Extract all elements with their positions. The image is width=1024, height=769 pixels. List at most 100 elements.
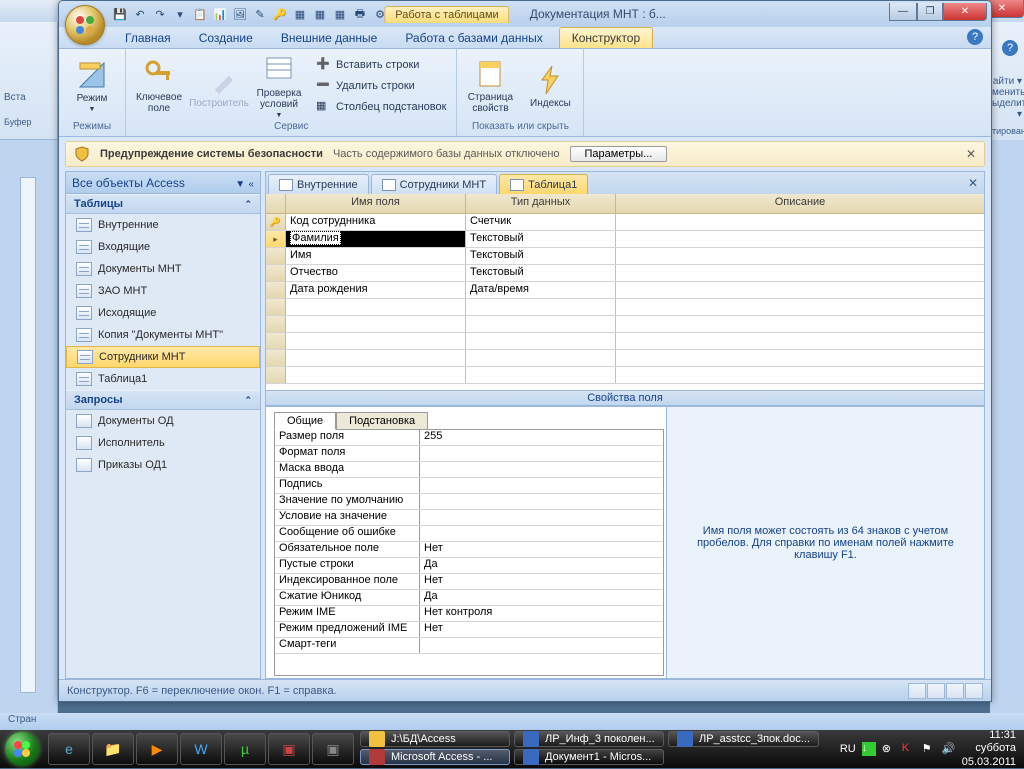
nav-item[interactable]: Сотрудники МНТ (66, 346, 260, 368)
tray-icon[interactable]: K (902, 742, 916, 756)
field-row-empty[interactable] (266, 299, 984, 316)
task-button-active[interactable]: Microsoft Access - ... (360, 749, 510, 765)
nav-group-header[interactable]: Запросы⌃ (66, 390, 260, 410)
pinned-app-icon[interactable]: ▣ (312, 733, 354, 765)
property-row[interactable]: Размер поля255 (275, 430, 663, 446)
tray-icon[interactable]: ↓ (862, 742, 876, 756)
field-row[interactable]: ОтчествоТекстовый (266, 265, 984, 282)
qat-btn[interactable]: ▦ (291, 5, 309, 23)
nav-item[interactable]: Внутренние (66, 214, 260, 236)
view-chart-icon[interactable] (946, 683, 964, 699)
volume-icon[interactable]: 🔊 (942, 742, 956, 756)
field-row[interactable]: ▸ФамилияТекстовый (266, 231, 984, 248)
col-header-type[interactable]: Тип данных (466, 194, 616, 213)
security-options-button[interactable]: Параметры... (570, 146, 668, 162)
tray-icon[interactable]: ⚑ (922, 742, 936, 756)
property-row[interactable]: Обязательное полеНет (275, 542, 663, 558)
office-button[interactable] (65, 5, 105, 45)
tab-database[interactable]: Работа с базами данных (393, 28, 554, 48)
property-sheet-button[interactable]: Страница свойств (463, 53, 517, 119)
property-row[interactable]: Маска ввода (275, 462, 663, 478)
help-icon[interactable]: ? (1002, 40, 1018, 56)
qat-btn[interactable]: ▦ (331, 5, 349, 23)
qat-btn[interactable]: 🖶 (351, 5, 369, 23)
prop-tab-general[interactable]: Общие (274, 412, 336, 430)
pinned-word-icon[interactable]: W (180, 733, 222, 765)
field-row[interactable]: Дата рожденияДата/время (266, 282, 984, 299)
nav-item[interactable]: Исходящие (66, 302, 260, 324)
property-row[interactable]: Формат поля (275, 446, 663, 462)
field-row[interactable]: 🔑Код сотруднникаСчетчик (266, 214, 984, 231)
titlebar[interactable]: 💾 ↶ ↷ ▾ 📋 📊 🖼 ✎ 🔑 ▦ ▦ ▦ 🖶 ⚙ ▾ Работа с т… (59, 1, 991, 27)
property-row[interactable]: Пустые строкиДа (275, 558, 663, 574)
lookup-column-button[interactable]: ▦Столбец подстановок (312, 97, 450, 117)
collapse-icon[interactable]: « (248, 179, 254, 190)
nav-item[interactable]: Документы МНТ (66, 258, 260, 280)
pinned-explorer-icon[interactable]: 📁 (92, 733, 134, 765)
pinned-ie-icon[interactable]: e (48, 733, 90, 765)
tab-home[interactable]: Главная (113, 28, 183, 48)
pinned-utorrent-icon[interactable]: µ (224, 733, 266, 765)
pinned-app-icon[interactable]: ▣ (268, 733, 310, 765)
property-row[interactable]: Режим предложений IMEНет (275, 622, 663, 638)
nav-item[interactable]: ЗАО МНТ (66, 280, 260, 302)
tab-design[interactable]: Конструктор (559, 27, 653, 48)
indexes-button[interactable]: Индексы (523, 53, 577, 119)
property-row[interactable]: Режим IMEНет контроля (275, 606, 663, 622)
task-button[interactable]: J:\БД\Access (360, 731, 510, 747)
col-header-name[interactable]: Имя поля (286, 194, 466, 213)
view-design-icon[interactable] (965, 683, 983, 699)
property-row[interactable]: Сжатие ЮникодДа (275, 590, 663, 606)
start-button[interactable] (0, 730, 44, 768)
view-pivot-icon[interactable] (927, 683, 945, 699)
field-row-empty[interactable] (266, 350, 984, 367)
redo-icon[interactable]: ↷ (151, 5, 169, 23)
property-row[interactable]: Значение по умолчанию (275, 494, 663, 510)
close-button[interactable]: ✕ (943, 3, 987, 21)
delete-rows-button[interactable]: ➖Удалить строки (312, 76, 450, 96)
minimize-button[interactable]: — (889, 3, 917, 21)
clock[interactable]: 11:31 суббота 05.03.2011 (962, 729, 1016, 769)
property-row[interactable]: Условие на значение (275, 510, 663, 526)
qat-btn[interactable]: 📋 (191, 5, 209, 23)
property-row[interactable]: Подпись (275, 478, 663, 494)
save-icon[interactable]: 💾 (111, 5, 129, 23)
tab-create[interactable]: Создание (187, 28, 265, 48)
property-row[interactable]: Сообщение об ошибке (275, 526, 663, 542)
nav-header[interactable]: Все объекты Access ▼ « (66, 172, 260, 194)
field-grid[interactable]: Имя поля Тип данных Описание 🔑Код сотруд… (266, 194, 984, 390)
insert-rows-button[interactable]: ➕Вставить строки (312, 55, 450, 75)
task-button[interactable]: ЛР_asstcc_3пок.doc... (668, 731, 819, 747)
qat-btn[interactable]: 🔑 (271, 5, 289, 23)
nav-item[interactable]: Документы ОД (66, 410, 260, 432)
nav-item[interactable]: Таблица1 (66, 368, 260, 390)
close-tab-icon[interactable]: ✕ (968, 176, 978, 190)
primary-key-button[interactable]: Ключевое поле (132, 53, 186, 119)
doc-tab-active[interactable]: Таблица1 (499, 174, 588, 194)
field-row-empty[interactable] (266, 333, 984, 350)
undo-icon[interactable]: ↶ (131, 5, 149, 23)
nav-item[interactable]: Входящие (66, 236, 260, 258)
view-button[interactable]: Режим ▼ (65, 53, 119, 119)
property-row[interactable]: Смарт-теги (275, 638, 663, 654)
help-icon[interactable]: ? (967, 29, 983, 45)
qat-btn[interactable]: 🖼 (231, 5, 249, 23)
tab-external[interactable]: Внешние данные (269, 28, 390, 48)
maximize-button[interactable]: ❐ (917, 3, 943, 21)
view-datasheet-icon[interactable] (908, 683, 926, 699)
nav-group-header[interactable]: Таблицы⌃ (66, 194, 260, 214)
task-button[interactable]: ЛР_Инф_3 поколен... (514, 731, 664, 747)
property-list[interactable]: Размер поля255Формат поляМаска вводаПодп… (274, 429, 664, 676)
nav-item[interactable]: Исполнитель (66, 432, 260, 454)
col-header-desc[interactable]: Описание (616, 194, 984, 213)
qat-btn[interactable]: ▦ (311, 5, 329, 23)
tray-icon[interactable]: ⊗ (882, 742, 896, 756)
nav-item[interactable]: Копия "Документы МНТ" (66, 324, 260, 346)
qat-btn[interactable]: ✎ (251, 5, 269, 23)
task-button[interactable]: Документ1 - Micros... (514, 749, 664, 765)
pinned-media-icon[interactable]: ▶ (136, 733, 178, 765)
prop-tab-lookup[interactable]: Подстановка (336, 412, 428, 430)
field-row-empty[interactable] (266, 316, 984, 333)
nav-item[interactable]: Приказы ОД1 (66, 454, 260, 476)
field-row[interactable]: ИмяТекстовый (266, 248, 984, 265)
